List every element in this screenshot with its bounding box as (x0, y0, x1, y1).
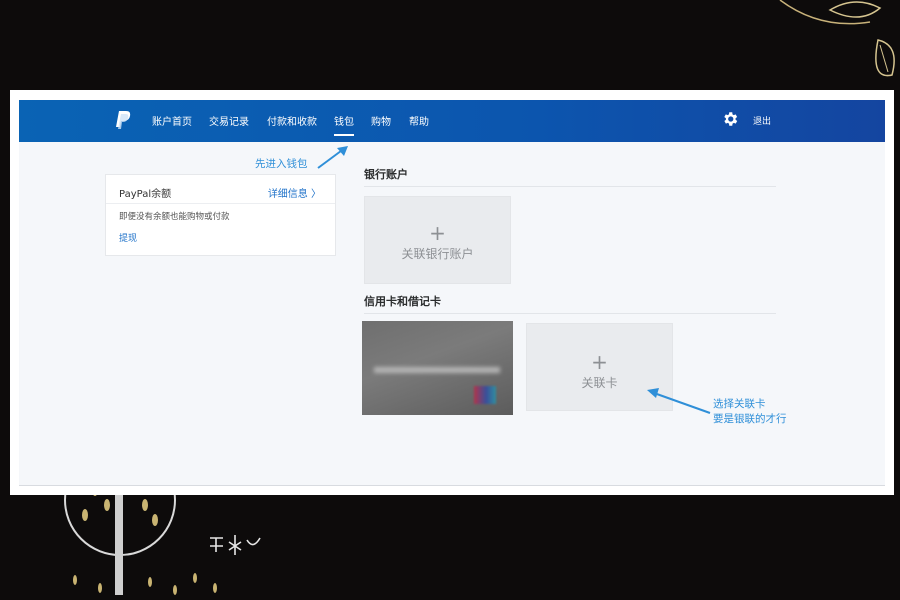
cards-section-rule (364, 313, 776, 314)
wallet-hint-annotation: 先进入钱包 (255, 158, 308, 170)
plus-icon: + (591, 350, 608, 374)
nav-help[interactable]: 帮助 (409, 113, 429, 128)
plus-icon: + (429, 221, 446, 245)
card-hint-line2: 要是银联的才行 (713, 413, 787, 425)
nav-transactions[interactable]: 交易记录 (209, 113, 249, 128)
card-number-blur (374, 367, 500, 373)
bank-section-title: 银行账户 (364, 168, 408, 181)
balance-details-link[interactable]: 详细信息 〉 (268, 185, 321, 200)
logout-link[interactable]: 退出 (753, 114, 771, 127)
paypal-logo[interactable] (114, 110, 132, 130)
balance-divider (106, 203, 335, 204)
card-hint-line1: 选择关联卡 (713, 398, 766, 410)
nav-pay-and-receive[interactable]: 付款和收款 (267, 113, 317, 128)
top-navigation: 账户首页 交易记录 付款和收款 钱包 购物 帮助 退出 (19, 100, 885, 142)
existing-card-tile[interactable] (362, 321, 513, 415)
bank-section-rule (364, 186, 776, 187)
nav-shopping[interactable]: 购物 (371, 113, 391, 128)
leaf-decoration (779, 0, 895, 77)
link-bank-account-label: 关联银行账户 (401, 247, 474, 261)
gear-icon[interactable] (721, 110, 739, 128)
nav-account-home[interactable]: 账户首页 (152, 113, 192, 128)
paypal-wallet-page: 账户首页 交易记录 付款和收款 钱包 购物 帮助 退出 PayPal余额 详细信… (19, 100, 885, 486)
wallet-hint-arrow (317, 146, 348, 169)
card-hint-arrow (647, 388, 711, 414)
balance-description: 即便没有余额也能购物或付款 (119, 212, 230, 222)
card-brand-blur (474, 386, 496, 404)
balance-title: PayPal余额 (119, 189, 172, 200)
nav-wallet[interactable]: 钱包 (334, 113, 354, 136)
cards-section-title: 信用卡和借记卡 (364, 295, 441, 308)
signature-decoration (210, 535, 261, 555)
withdraw-link[interactable]: 提现 (119, 231, 137, 244)
paypal-balance-card: PayPal余额 详细信息 〉 即便没有余额也能购物或付款 提现 (105, 174, 336, 256)
screenshot-frame: 账户首页 交易记录 付款和收款 钱包 购物 帮助 退出 PayPal余额 详细信… (10, 90, 894, 495)
link-bank-account-button[interactable]: + 关联银行账户 (364, 196, 511, 284)
